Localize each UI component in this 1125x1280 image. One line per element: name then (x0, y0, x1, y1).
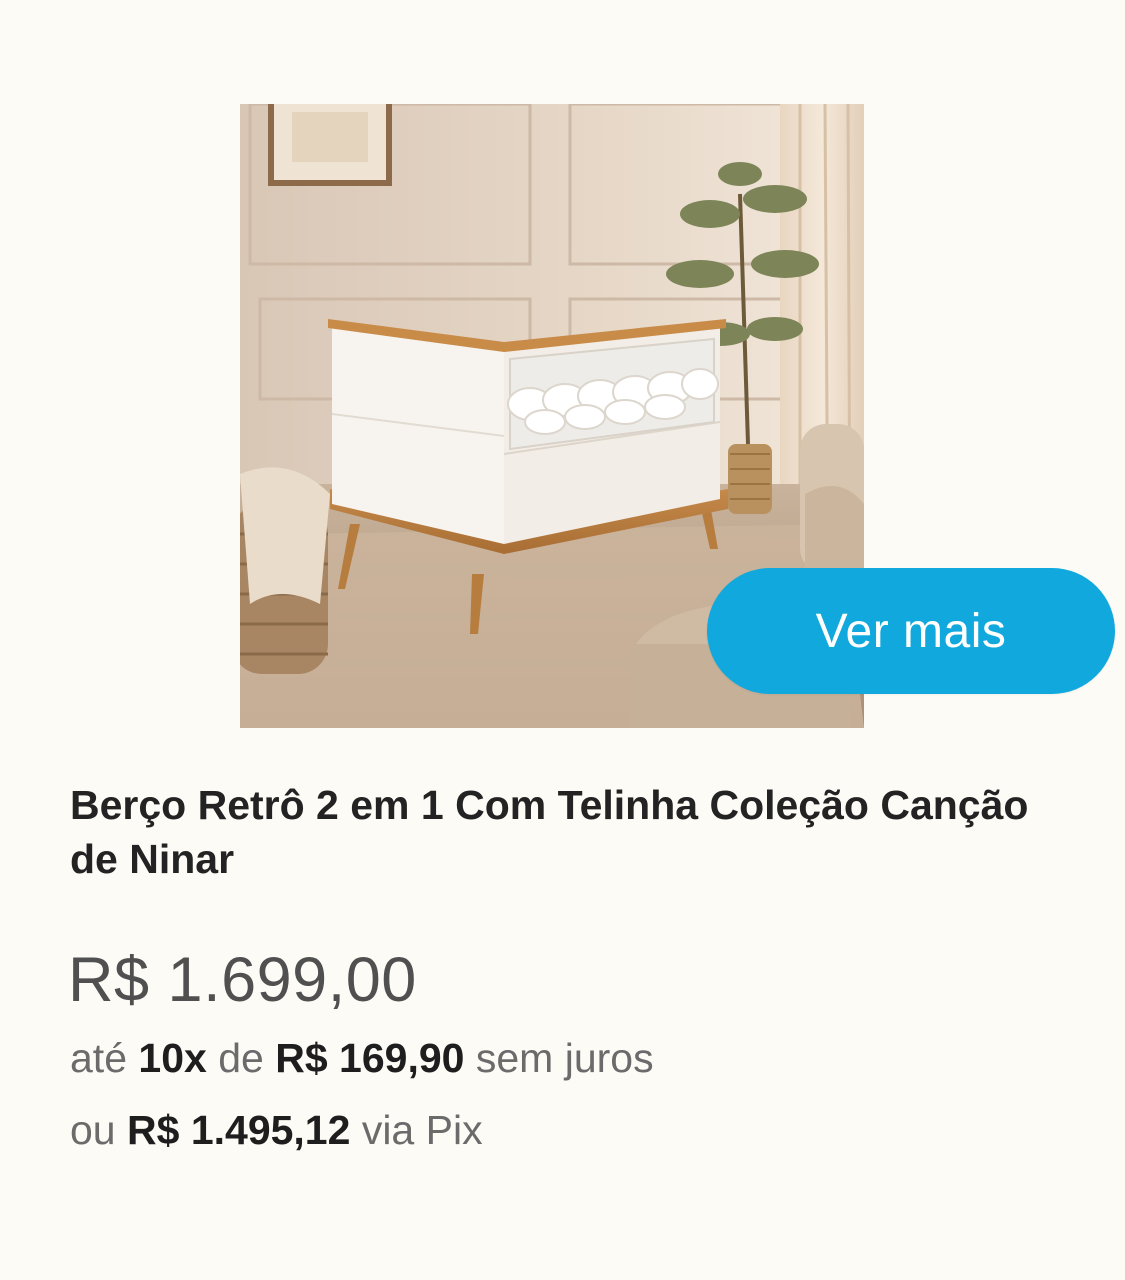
installments-suffix: sem juros (475, 1035, 654, 1081)
installments-amount: R$ 169,90 (275, 1035, 465, 1081)
pix-suffix: via Pix (361, 1107, 483, 1153)
pix-amount: R$ 1.495,12 (127, 1107, 351, 1153)
product-price: R$ 1.699,00 (68, 945, 417, 1015)
ver-mais-button[interactable]: Ver mais (707, 568, 1115, 694)
pix-prefix: ou (70, 1107, 116, 1153)
product-card[interactable]: Ver mais Berço Retrô 2 em 1 Com Telinha … (0, 0, 1125, 1280)
pix-price-info: ou R$ 1.495,12 via Pix (70, 1102, 483, 1158)
installments-of: de (218, 1035, 264, 1081)
installments-info: até 10x de R$ 169,90 sem juros (70, 1030, 654, 1086)
product-title[interactable]: Berço Retrô 2 em 1 Com Telinha Coleção C… (70, 778, 1030, 886)
installments-count: 10x (138, 1035, 207, 1081)
installments-prefix: até (70, 1035, 127, 1081)
